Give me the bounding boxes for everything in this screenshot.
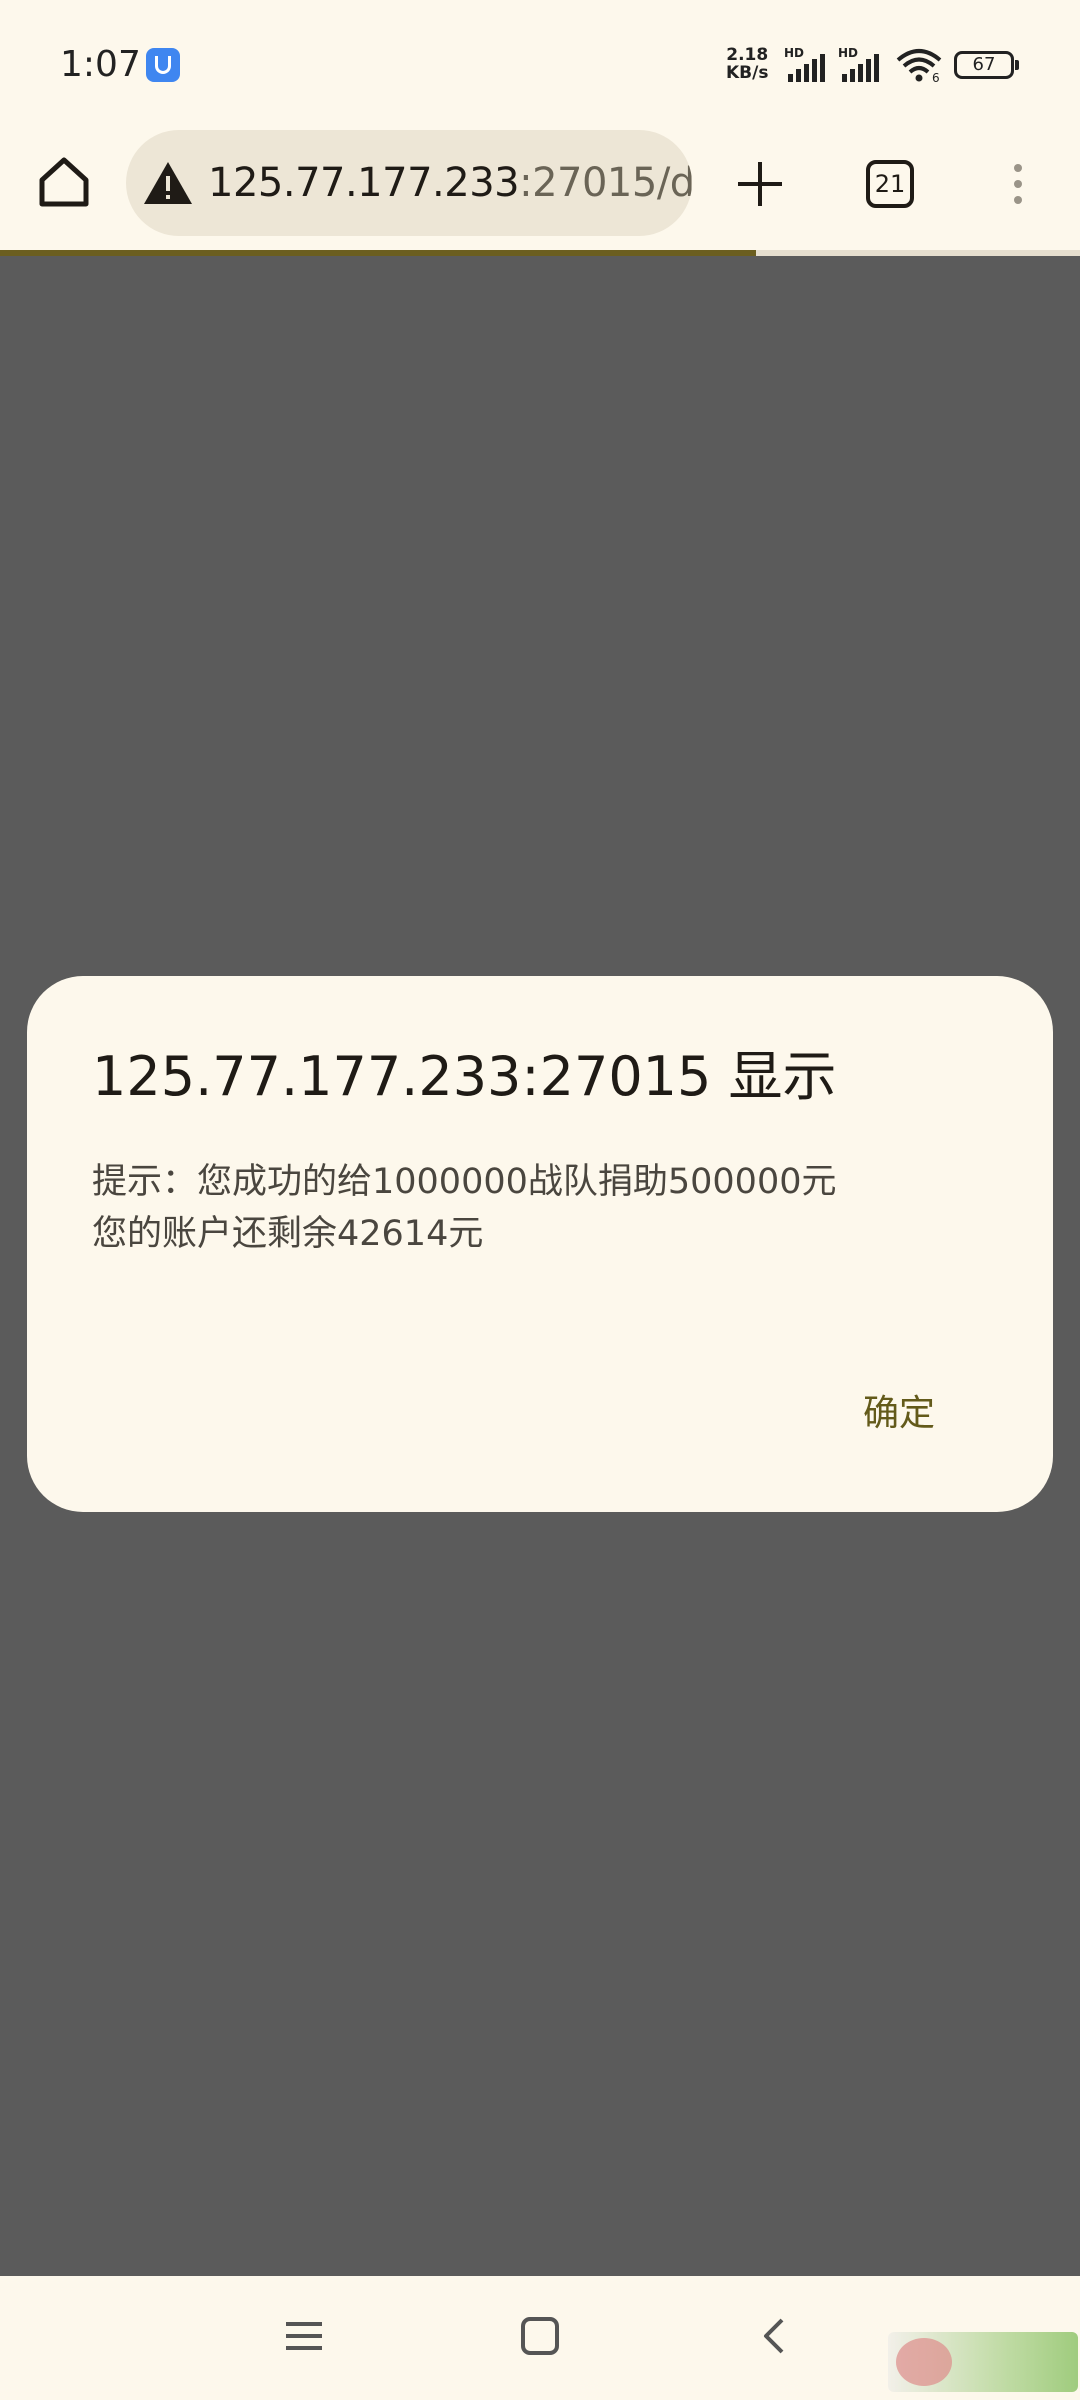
page-load-progress-fill (0, 250, 756, 256)
signal-2-icon: HD (838, 46, 886, 82)
more-vert-icon[interactable] (1000, 154, 1036, 214)
dialog-message: 提示：您成功的给1000000战队捐助500000元 您的账户还剩余42614元 (92, 1156, 992, 1260)
app-notification-icon (146, 48, 180, 82)
alert-dialog: 125.77.177.233:27015 显示 提示：您成功的给1000000战… (27, 976, 1053, 1512)
status-time: 1:07 (60, 44, 141, 85)
dialog-message-line: 提示：您成功的给1000000战队捐助500000元 (92, 1162, 837, 1202)
network-speed: 2.18 KB/s (726, 46, 768, 82)
home-icon[interactable] (34, 152, 94, 212)
url-path: :27015/dv_ (519, 160, 692, 206)
menu-icon[interactable] (284, 2316, 324, 2356)
signal-2-hd-label: HD (838, 46, 859, 60)
square-icon[interactable] (520, 2316, 560, 2356)
network-speed-unit: KB/s (726, 63, 769, 83)
browser-toolbar: 125.77.177.233:27015/dv_ 21 (0, 128, 1080, 250)
status-bar: 1:07 2.18 KB/s HD HD 6 67 (0, 0, 1080, 128)
url-host: 125.77.177.233 (208, 160, 520, 206)
dialog-title: 125.77.177.233:27015 显示 (92, 1045, 837, 1108)
tab-switcher-button[interactable]: 21 (866, 160, 914, 208)
warning-icon[interactable] (142, 160, 194, 206)
watermark-logo (888, 2332, 1078, 2392)
url-text[interactable]: 125.77.177.233:27015/dv_ (208, 160, 692, 206)
signal-1-icon: HD (784, 46, 832, 82)
wifi-label: 6 (932, 71, 940, 82)
battery-icon: 67 (954, 51, 1019, 79)
signal-1-hd-label: HD (784, 46, 805, 60)
network-speed-value: 2.18 (726, 45, 769, 65)
ok-button[interactable]: 确定 (853, 1378, 945, 1442)
dialog-message-line: 您的账户还剩余42614元 (92, 1214, 484, 1254)
wifi-icon: 6 (896, 49, 942, 82)
page-load-progress (0, 250, 1080, 256)
plus-icon[interactable] (732, 156, 788, 212)
back-icon[interactable] (756, 2316, 796, 2356)
address-bar[interactable]: 125.77.177.233:27015/dv_ (126, 130, 692, 236)
